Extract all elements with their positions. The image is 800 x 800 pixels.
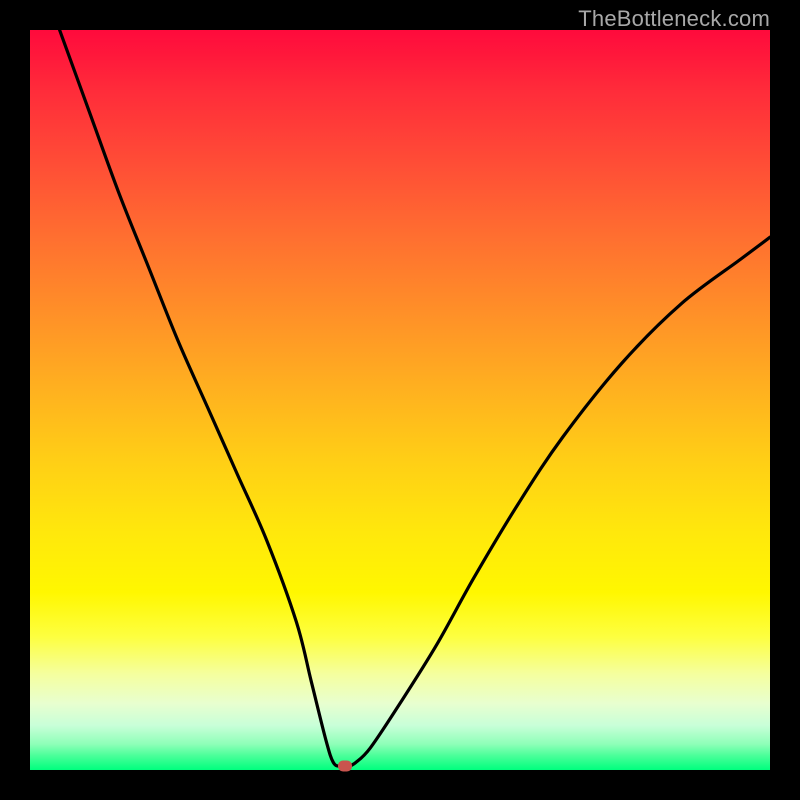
optimum-marker [338,761,352,772]
plot-area [30,30,770,770]
bottleneck-curve [60,30,770,767]
curve-svg [30,30,770,770]
chart-container: TheBottleneck.com [0,0,800,800]
watermark-text: TheBottleneck.com [578,6,770,32]
